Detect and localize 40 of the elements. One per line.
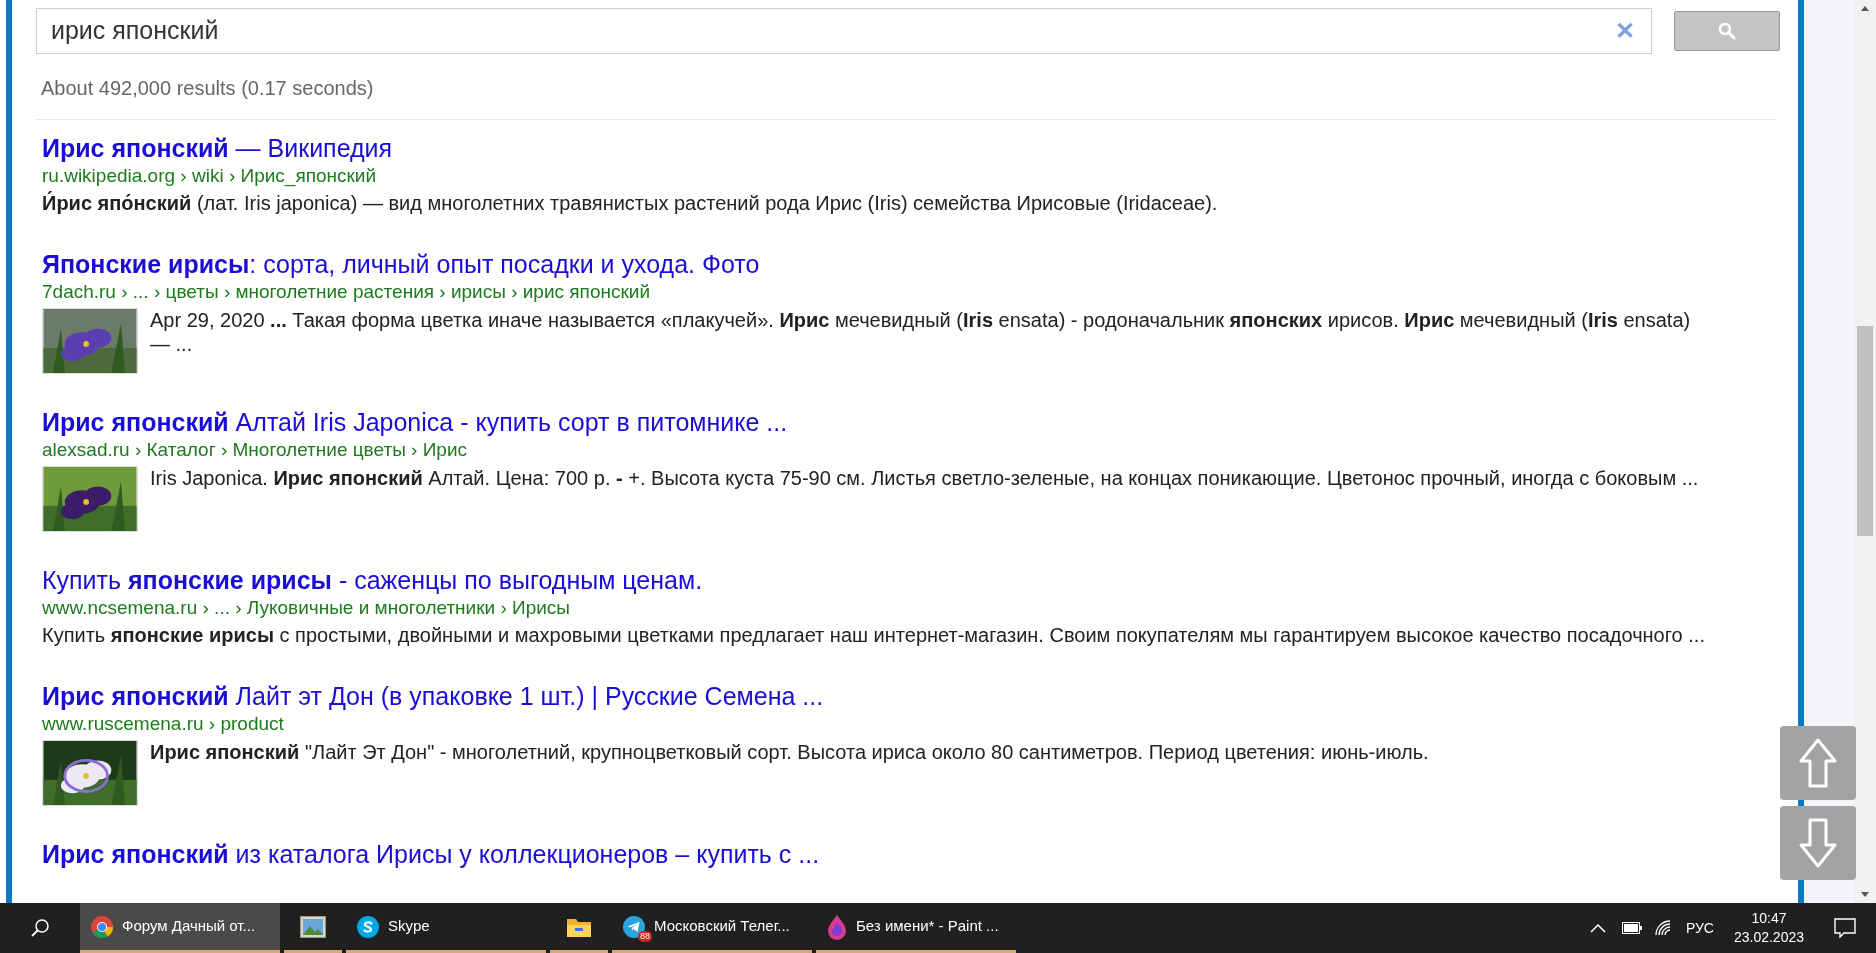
scrollbar-thumb[interactable] bbox=[1857, 326, 1873, 536]
chat-s-icon bbox=[356, 914, 380, 939]
result-url: www.ruscemena.ru › product bbox=[42, 712, 285, 736]
results-count: About 492,000 results (0.17 seconds) bbox=[40, 76, 375, 101]
result-title-link[interactable]: Ирис японский Алтай Iris Japonica - купить сорт в питомнике ... bbox=[42, 408, 788, 436]
clock-date[interactable]: 23.02.2023 bbox=[1733, 928, 1804, 947]
result-url: 7dach.ru › ... › цветы › многолетние растения › ирисы › ирис японский bbox=[42, 280, 651, 304]
browser-icon bbox=[90, 914, 114, 939]
taskbar-app[interactable]: Без имени* - Paint ... bbox=[816, 903, 1016, 953]
result-url: alexsad.ru › Каталог › Многолетние цветы › Ирис bbox=[42, 438, 468, 462]
scrollbar[interactable] bbox=[1854, 0, 1876, 903]
chevron-up-icon[interactable] bbox=[1589, 923, 1606, 933]
result-title-link[interactable]: Японские ирисы: сорта, личный опыт посадки и ухода. Фото bbox=[42, 250, 760, 278]
wifi-icon[interactable] bbox=[1653, 920, 1672, 936]
result-title-link[interactable]: Ирис японский — Википедия bbox=[42, 134, 393, 162]
badge: 88 bbox=[638, 931, 652, 942]
search-field[interactable]: ирис японский ✕ bbox=[36, 8, 1652, 54]
result-title-link[interactable]: Купить японские ирисы - саженцы по выгодным ценам. bbox=[42, 566, 703, 594]
clock-time[interactable]: 10:47 bbox=[1751, 909, 1787, 928]
image-icon bbox=[300, 915, 326, 938]
result-title-link[interactable]: Ирис японский из каталога Ирисы у коллекционеров – купить с ... bbox=[42, 840, 820, 868]
taskbar-app[interactable]: 88 Московский Телег... bbox=[612, 903, 812, 953]
paint-drop-icon bbox=[826, 913, 848, 940]
result-snippet: И́рис япо́нский (лат. Iris japonica) — вид многолетних травянистых растений рода Ирис (Iris) семейства Ирисовые (Iridaceae). bbox=[42, 190, 1218, 216]
result-snippet: Apr 29, 2020 ... Такая форма цветка иначе называется «плакучей». Ирис мечевидный (Iris ensata) - родоначальник японских ирисов. Ирис мечевидный (Iris ensata) — ... bbox=[150, 308, 1692, 357]
down-arrow-icon bbox=[1798, 817, 1838, 869]
up-arrow-icon bbox=[1798, 737, 1838, 789]
language-indicator[interactable]: РУС bbox=[1685, 917, 1714, 939]
result-title-link[interactable]: Ирис японский Лайт эт Дон (в упаковке 1 шт.) | Русские Семена ... bbox=[42, 682, 824, 710]
search-icon bbox=[1718, 22, 1736, 40]
result-url: ru.wikipedia.org › wiki › Ирис_японский bbox=[42, 164, 378, 189]
battery-icon[interactable] bbox=[1621, 922, 1642, 934]
taskbar-app[interactable]: Skype bbox=[346, 903, 546, 953]
result-snippet: Iris Japonica. Ирис японский Алтай. Цена: 700 р. - +. Высота куста 75-90 см. Листья светло-зеленые, на концах поникающие. Цветонос прочный, иногда с боковым ... bbox=[150, 466, 1700, 491]
search-icon bbox=[30, 918, 50, 938]
result-url: www.ncsemena.ru › ... › Луковичные и многолетники › Ирисы bbox=[42, 596, 572, 620]
result-snippet: Ирис японский "Лайт Эт Дон" - многолетний, крупноцветковый сорт. Высота ириса около 80 сантиметров. Период цветения: июнь-июль. bbox=[150, 740, 1430, 765]
result-snippet: Купить японские ирисы с простыми, двойными и махровыми цветками предлагает наш интернет-магазин. Своим покупателям мы гарантируем высокое качество посадочного ... bbox=[42, 623, 1705, 648]
taskbar-app[interactable]: Форум Дачный от... bbox=[80, 903, 280, 953]
notification-icon[interactable] bbox=[1834, 918, 1856, 938]
